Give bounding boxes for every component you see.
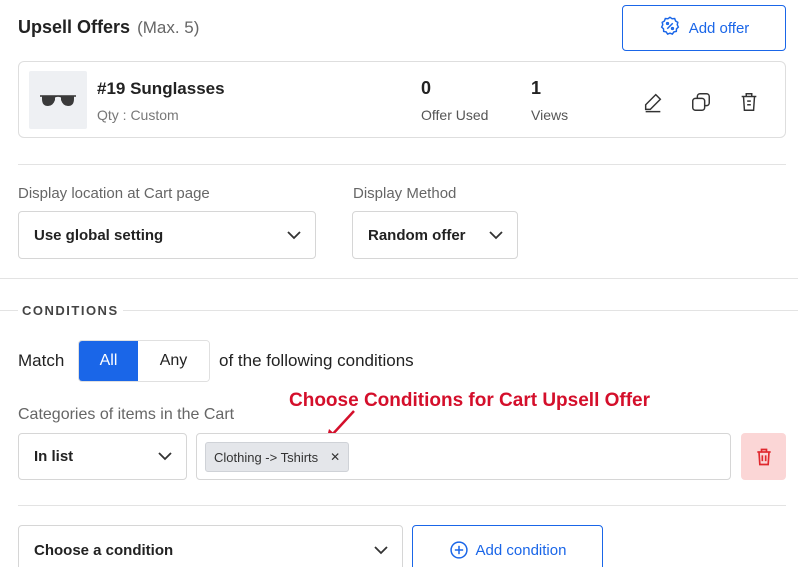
chevron-down-icon	[374, 545, 388, 554]
product-thumbnail	[29, 71, 87, 129]
operator-value: In list	[34, 448, 74, 465]
chevron-down-icon	[158, 452, 172, 461]
category-tag-label: Clothing -> Tshirts	[214, 449, 319, 465]
views-count: 1	[531, 78, 542, 98]
trash-icon	[756, 448, 771, 465]
pencil-icon	[644, 93, 662, 113]
offer-qty: Qty : Custom	[97, 107, 179, 123]
chevron-down-icon	[489, 230, 503, 239]
match-label: Match	[18, 351, 65, 370]
category-label: Categories of items in the Cart	[18, 406, 235, 423]
category-tag-input[interactable]: Clothing -> Tshirts ✕	[196, 433, 731, 480]
edit-offer-button[interactable]	[639, 88, 667, 116]
display-method-value: Random offer	[368, 226, 466, 244]
operator-select[interactable]: In list	[18, 433, 187, 480]
title-max-label: (Max. 5)	[137, 18, 200, 37]
match-suffix: of the following conditions	[219, 351, 414, 370]
trash-icon	[741, 93, 757, 111]
match-toggle: All Any	[78, 340, 210, 382]
conditions-heading: CONDITIONS	[18, 303, 123, 318]
choose-condition-value: Choose a condition	[34, 541, 174, 559]
category-tag: Clothing -> Tshirts ✕	[205, 442, 350, 472]
display-location-value: Use global setting	[34, 226, 164, 244]
page-title: Upsell Offers (Max. 5)	[18, 17, 199, 38]
choose-condition-select[interactable]: Choose a condition	[18, 525, 403, 567]
display-location-select[interactable]: Use global setting	[18, 211, 316, 259]
match-all-option[interactable]: All	[79, 341, 138, 381]
chevron-down-icon	[287, 230, 301, 239]
add-offer-button[interactable]: Add offer	[622, 5, 786, 51]
add-offer-label: Add offer	[688, 19, 750, 37]
remove-tag-icon[interactable]: ✕	[330, 450, 340, 464]
match-any-option[interactable]: Any	[138, 341, 209, 381]
offer-used-count: 0	[421, 78, 432, 98]
title-text: Upsell Offers	[18, 17, 131, 37]
duplicate-offer-button[interactable]	[687, 88, 715, 116]
divider	[0, 278, 798, 279]
display-method-label: Display Method	[353, 185, 457, 202]
plus-circle-icon	[449, 541, 468, 559]
divider	[18, 505, 786, 506]
divider	[18, 164, 786, 165]
copy-icon	[692, 93, 710, 111]
add-condition-label: Add condition	[475, 541, 567, 559]
sunglasses-icon	[40, 95, 76, 106]
views-label: Views	[531, 107, 569, 123]
display-location-label: Display location at Cart page	[18, 185, 210, 202]
delete-offer-button[interactable]	[735, 88, 763, 116]
add-condition-button[interactable]: Add condition	[412, 525, 603, 567]
offer-name: #19 Sunglasses	[97, 79, 225, 98]
delete-condition-button[interactable]	[741, 433, 786, 480]
offer-badge-icon	[659, 15, 681, 41]
offer-card: #19 Sunglasses Qty : Custom 0 Offer Used…	[18, 61, 786, 138]
offer-used-label: Offer Used	[421, 107, 489, 123]
display-method-select[interactable]: Random offer	[352, 211, 518, 259]
